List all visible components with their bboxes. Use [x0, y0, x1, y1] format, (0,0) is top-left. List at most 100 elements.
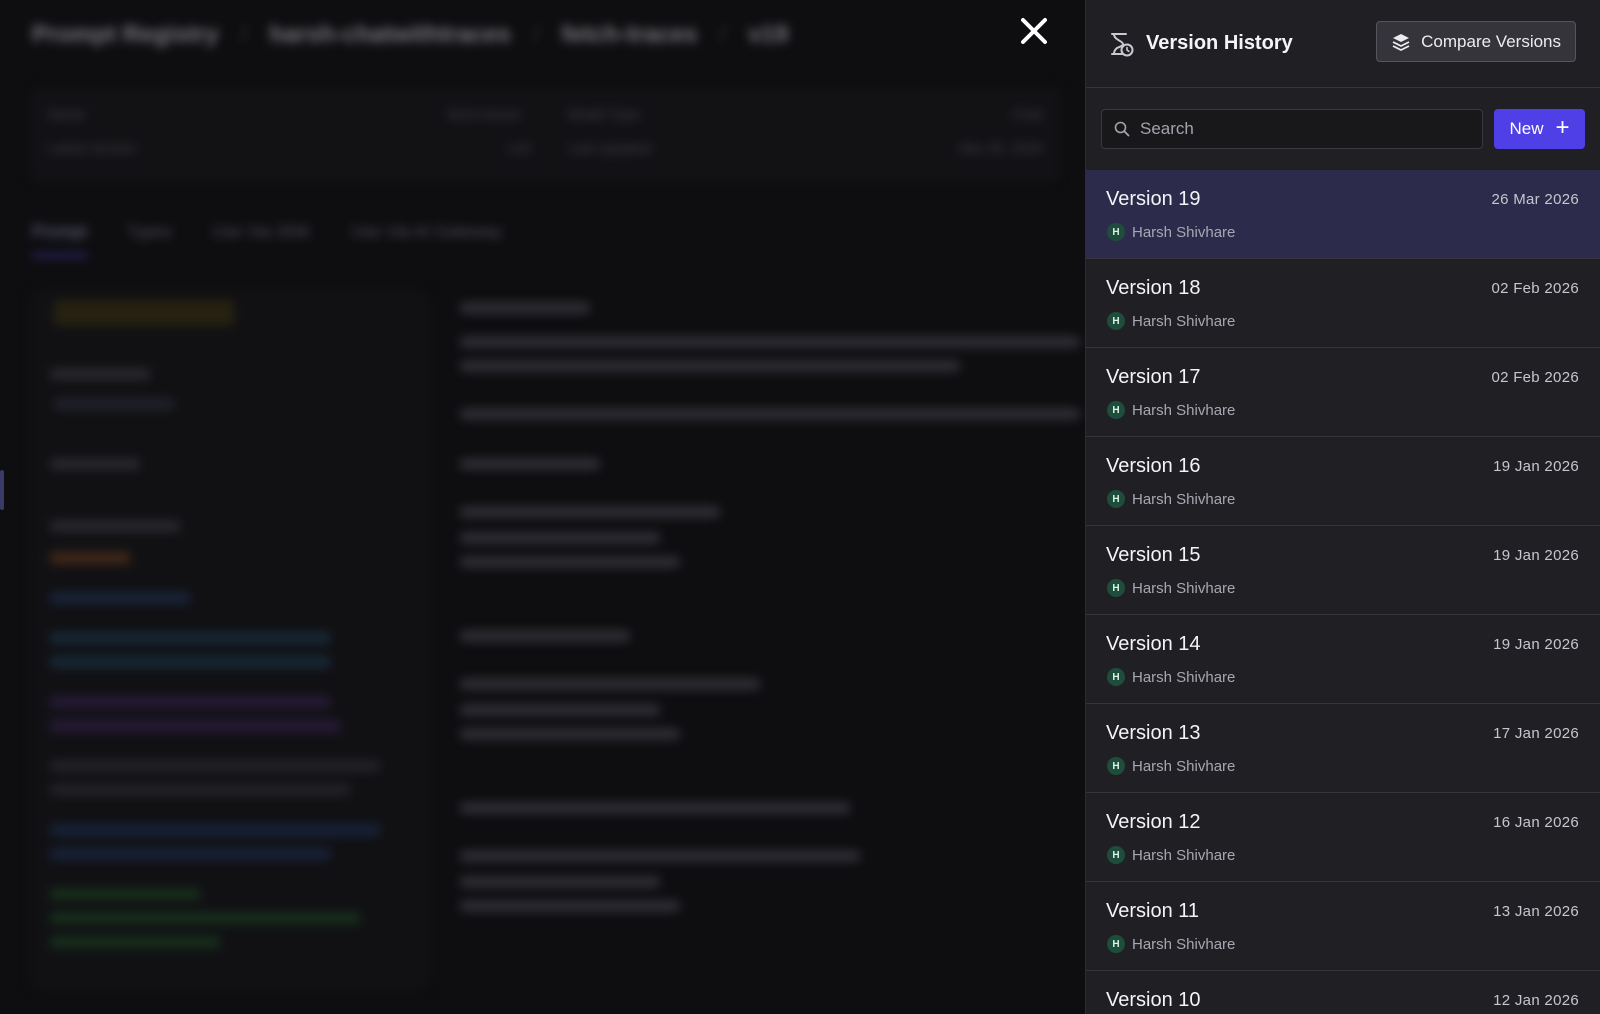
drawer-header: Version History Compare Versions: [1086, 0, 1600, 88]
search-box[interactable]: [1101, 109, 1483, 149]
warning-pill: [54, 300, 234, 326]
meta-label: Model Type: [568, 106, 641, 122]
new-version-button[interactable]: New +: [1494, 109, 1585, 149]
layers-icon: [1392, 33, 1410, 51]
author-name: Harsh Shivhare: [1132, 935, 1236, 953]
placeholder-line: [460, 360, 960, 372]
placeholder-line: [50, 656, 330, 668]
drawer-title: Version History: [1146, 32, 1293, 54]
tab-use-via-ai-gateway[interactable]: Use Via AI Gateway: [351, 222, 502, 257]
search-input[interactable]: [1140, 119, 1482, 139]
breadcrumb-item: fetch-traces: [561, 21, 698, 48]
avatar: H: [1107, 312, 1125, 330]
meta-value: fetch-traces: [448, 106, 522, 122]
tab-prompt[interactable]: Prompt: [32, 222, 87, 257]
breadcrumb-item: harsh-chatwithtraces: [269, 21, 511, 48]
prompt-meta-card: Name fetch-traces Model Type Chat Latest…: [30, 88, 1060, 182]
avatar: H: [1107, 401, 1125, 419]
placeholder-line: [460, 728, 680, 740]
version-item[interactable]: Version 16 19 Jan 2026 H Harsh Shivhare: [1086, 437, 1600, 526]
author-name: Harsh Shivhare: [1132, 846, 1236, 864]
meta-label: Name: [48, 106, 86, 122]
compare-versions-button[interactable]: Compare Versions: [1376, 21, 1576, 62]
placeholder-line: [50, 632, 330, 644]
avatar: H: [1107, 846, 1125, 864]
version-title: Version 10: [1106, 989, 1201, 1011]
version-author: H Harsh Shivhare: [1107, 579, 1235, 597]
tab-types[interactable]: Types: [127, 222, 172, 257]
author-name: Harsh Shivhare: [1132, 757, 1236, 775]
placeholder-line: [50, 720, 340, 732]
version-item[interactable]: Version 10 12 Jan 2026 H Harsh Shivhare: [1086, 971, 1600, 1014]
version-date: 16 Jan 2026: [1493, 814, 1579, 831]
placeholder-line: [460, 678, 760, 690]
version-title: Version 13: [1106, 722, 1201, 744]
breadcrumb-separator: /: [532, 21, 540, 48]
version-author: H Harsh Shivhare: [1107, 490, 1235, 508]
breadcrumb-separator: /: [240, 21, 248, 48]
author-name: Harsh Shivhare: [1132, 401, 1236, 419]
version-item[interactable]: Version 17 02 Feb 2026 H Harsh Shivhare: [1086, 348, 1600, 437]
version-title: Version 18: [1106, 277, 1201, 299]
version-date: 17 Jan 2026: [1493, 725, 1579, 742]
version-date: 19 Jan 2026: [1493, 547, 1579, 564]
placeholder-line: [460, 336, 1080, 348]
placeholder-line: [460, 704, 660, 716]
placeholder-line: [460, 850, 860, 862]
avatar: H: [1107, 223, 1125, 241]
tab-use-via-sdk[interactable]: Use Via SDK: [212, 222, 311, 257]
placeholder-line: [50, 912, 360, 924]
version-list: Version 19 26 Mar 2026 H Harsh Shivhare …: [1086, 170, 1600, 1014]
author-name: Harsh Shivhare: [1132, 223, 1236, 241]
version-title: Version 16: [1106, 455, 1201, 477]
plus-icon: +: [1555, 114, 1570, 141]
placeholder-line: [50, 848, 330, 860]
breadcrumb-item: v19: [748, 21, 789, 48]
prompt-tabs: Prompt Types Use Via SDK Use Via AI Gate…: [32, 222, 502, 257]
config-panel: [30, 290, 430, 990]
version-title: Version 15: [1106, 544, 1201, 566]
placeholder-line: [50, 888, 200, 900]
placeholder-line: [460, 900, 680, 912]
version-item[interactable]: Version 18 02 Feb 2026 H Harsh Shivhare: [1086, 259, 1600, 348]
version-item[interactable]: Version 13 17 Jan 2026 H Harsh Shivhare: [1086, 704, 1600, 793]
placeholder-line: [50, 520, 180, 532]
meta-label: Latest Version: [48, 140, 137, 156]
avatar: H: [1107, 935, 1125, 953]
avatar: H: [1107, 668, 1125, 686]
author-name: Harsh Shivhare: [1132, 312, 1236, 330]
version-item[interactable]: Version 11 13 Jan 2026 H Harsh Shivhare: [1086, 882, 1600, 971]
search-row: New +: [1086, 88, 1600, 170]
version-title: Version 12: [1106, 811, 1201, 833]
version-date: 02 Feb 2026: [1491, 369, 1579, 386]
placeholder-line: [460, 506, 720, 518]
meta-row: Name fetch-traces Model Type Chat: [48, 106, 1042, 126]
meta-value: v19: [508, 140, 531, 156]
version-title: Version 17: [1106, 366, 1201, 388]
resize-handle[interactable]: [0, 470, 4, 510]
author-name: Harsh Shivhare: [1132, 668, 1236, 686]
version-item[interactable]: Version 14 19 Jan 2026 H Harsh Shivhare: [1086, 615, 1600, 704]
placeholder-line: [460, 630, 630, 642]
version-item[interactable]: Version 19 26 Mar 2026 H Harsh Shivhare: [1086, 170, 1600, 259]
version-author: H Harsh Shivhare: [1107, 935, 1235, 953]
search-icon: [1114, 121, 1130, 137]
close-icon[interactable]: [1017, 14, 1051, 48]
placeholder-line: [460, 876, 660, 888]
version-date: 19 Jan 2026: [1493, 636, 1579, 653]
version-history-drawer: Version History Compare Versions New + V…: [1085, 0, 1600, 1014]
meta-value: Chat: [1012, 106, 1042, 122]
placeholder-line: [50, 592, 190, 604]
version-item[interactable]: Version 15 19 Jan 2026 H Harsh Shivhare: [1086, 526, 1600, 615]
compare-versions-label: Compare Versions: [1421, 31, 1561, 51]
placeholder-line: [50, 824, 380, 836]
version-date: 19 Jan 2026: [1493, 458, 1579, 475]
breadcrumb: Prompt Registry / harsh-chatwithtraces /…: [32, 20, 788, 50]
version-author: H Harsh Shivhare: [1107, 846, 1235, 864]
version-date: 02 Feb 2026: [1491, 280, 1579, 297]
avatar: H: [1107, 490, 1125, 508]
meta-label: Last Updated: [568, 140, 652, 156]
placeholder-line: [54, 398, 174, 410]
version-item[interactable]: Version 12 16 Jan 2026 H Harsh Shivhare: [1086, 793, 1600, 882]
new-version-label: New: [1509, 119, 1544, 138]
